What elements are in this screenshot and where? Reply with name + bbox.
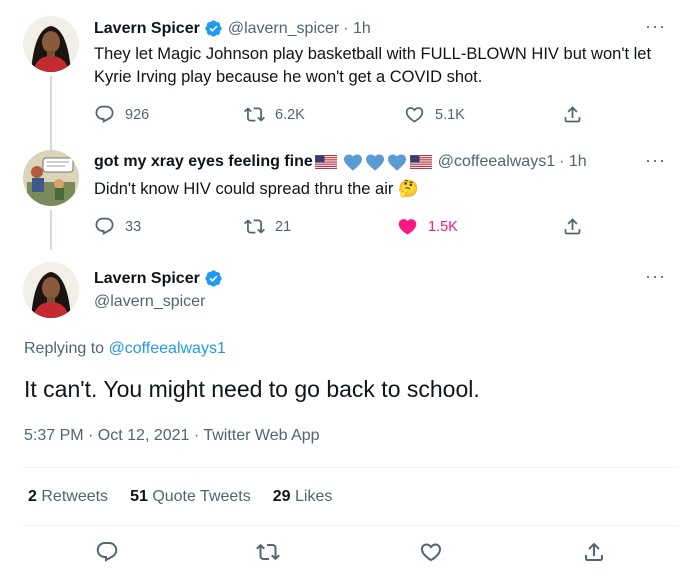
reply-count: 33 bbox=[125, 218, 142, 235]
main-tweet: Lavern Spicer @lavern_spicer ··· Replyin… bbox=[0, 250, 700, 580]
reply-count: 926 bbox=[125, 106, 150, 123]
retweet-button[interactable]: 6.2K bbox=[244, 104, 305, 125]
thread-line bbox=[50, 140, 52, 150]
reply-button[interactable]: 33 bbox=[94, 216, 141, 237]
like-count: 1.5K bbox=[428, 218, 458, 235]
likes-stat[interactable]: 29 Likes bbox=[273, 488, 333, 506]
retweets-stat[interactable]: 2 Retweets bbox=[28, 488, 108, 506]
main-action-bar bbox=[0, 540, 700, 570]
retweet-icon bbox=[256, 540, 280, 564]
retweet-icon bbox=[244, 104, 265, 125]
avatar-image bbox=[23, 262, 79, 318]
display-name[interactable]: Lavern Spicer bbox=[94, 20, 200, 38]
avatar[interactable] bbox=[23, 150, 79, 206]
reply-icon bbox=[94, 104, 115, 125]
thinking-face-emoji: 🤔 bbox=[397, 179, 419, 198]
retweet-button[interactable] bbox=[256, 540, 290, 564]
reply-button[interactable]: 926 bbox=[94, 104, 149, 125]
tweet-text: They let Magic Johnson play basketball w… bbox=[94, 45, 652, 86]
avatar-image bbox=[23, 150, 79, 206]
share-button[interactable] bbox=[562, 104, 593, 125]
us-flag-icon bbox=[315, 155, 337, 169]
like-icon bbox=[419, 540, 443, 564]
like-button[interactable]: 5.1K bbox=[404, 104, 465, 125]
replying-to: Replying to @coffeealways1 bbox=[24, 340, 226, 358]
retweets-label: Retweets bbox=[41, 488, 109, 505]
tweet-header: got my xray eyes feeling fine @coffeealw… bbox=[94, 153, 587, 171]
divider bbox=[22, 525, 678, 526]
retweet-count: 21 bbox=[275, 218, 292, 235]
tweet-lavern-1[interactable]: Lavern Spicer @lavern_spicer · 1h ··· Th… bbox=[0, 0, 700, 140]
share-button[interactable] bbox=[582, 540, 616, 564]
reply-icon bbox=[95, 540, 119, 564]
more-options-icon[interactable]: ··· bbox=[645, 266, 666, 287]
main-tweet-text: It can't. You might need to go back to s… bbox=[24, 376, 480, 402]
share-icon bbox=[562, 216, 583, 237]
us-flag-icon bbox=[410, 155, 432, 169]
engagement-stats: 2 Retweets 51 Quote Tweets 29 Likes bbox=[28, 488, 332, 506]
avatar-image bbox=[23, 16, 79, 72]
tweet-coffeealways[interactable]: got my xray eyes feeling fine @coffeealw… bbox=[0, 140, 700, 250]
divider bbox=[22, 467, 678, 468]
display-name[interactable]: Lavern Spicer bbox=[94, 270, 200, 288]
verified-badge-icon bbox=[204, 19, 223, 38]
handle[interactable]: @lavern_spicer bbox=[94, 293, 205, 311]
handle[interactable]: @lavern_spicer bbox=[228, 20, 339, 38]
tweet-text: Didn't know HIV could spread thru the ai… bbox=[94, 177, 684, 201]
thread-line bbox=[50, 210, 52, 250]
reply-button[interactable] bbox=[95, 540, 129, 564]
retweet-button[interactable]: 21 bbox=[244, 216, 291, 237]
like-count: 5.1K bbox=[435, 106, 465, 123]
retweets-count: 2 bbox=[28, 488, 37, 505]
liked-heart-icon bbox=[397, 216, 418, 237]
retweet-count: 6.2K bbox=[275, 106, 305, 123]
avatar[interactable] bbox=[23, 262, 79, 318]
avatar[interactable] bbox=[23, 16, 79, 72]
share-icon bbox=[562, 104, 583, 125]
action-bar: 33 21 1.5K bbox=[94, 216, 594, 240]
timestamp[interactable]: · 1h bbox=[343, 20, 371, 38]
quote-tweets-label: Quote Tweets bbox=[152, 488, 251, 505]
blue-heart-icon bbox=[387, 153, 407, 171]
share-button[interactable] bbox=[562, 216, 593, 237]
timestamp[interactable]: · 1h bbox=[559, 153, 587, 171]
tweet-timestamp[interactable]: 5:37 PM · Oct 12, 2021 · Twitter Web App bbox=[24, 427, 320, 445]
tweet-header: Lavern Spicer @lavern_spicer · 1h bbox=[94, 19, 371, 38]
like-button[interactable]: 1.5K bbox=[397, 216, 458, 237]
retweet-icon bbox=[244, 216, 265, 237]
more-options-icon[interactable]: ··· bbox=[645, 150, 666, 171]
quote-tweets-count: 51 bbox=[130, 488, 148, 505]
action-bar: 926 6.2K 5.1K bbox=[94, 104, 594, 128]
quote-tweets-stat[interactable]: 51 Quote Tweets bbox=[130, 488, 251, 506]
replying-prefix: Replying to bbox=[24, 340, 105, 357]
likes-count: 29 bbox=[272, 488, 291, 505]
thread-line bbox=[50, 76, 52, 140]
likes-label: Likes bbox=[295, 488, 333, 505]
handle[interactable]: @coffeealways1 bbox=[438, 153, 555, 171]
replying-handle-link[interactable]: @coffeealways1 bbox=[109, 340, 226, 357]
reply-icon bbox=[94, 216, 115, 237]
more-options-icon[interactable]: ··· bbox=[645, 16, 666, 37]
blue-heart-icon bbox=[343, 153, 363, 171]
display-name[interactable]: got my xray eyes feeling fine bbox=[94, 153, 313, 171]
like-icon bbox=[404, 104, 425, 125]
blue-heart-icon bbox=[365, 153, 385, 171]
author-name-row: Lavern Spicer bbox=[94, 269, 228, 288]
share-icon bbox=[582, 540, 606, 564]
like-button[interactable] bbox=[419, 540, 453, 564]
verified-badge-icon bbox=[204, 269, 223, 288]
tweet-text-body: Didn't know HIV could spread thru the ai… bbox=[94, 180, 394, 198]
